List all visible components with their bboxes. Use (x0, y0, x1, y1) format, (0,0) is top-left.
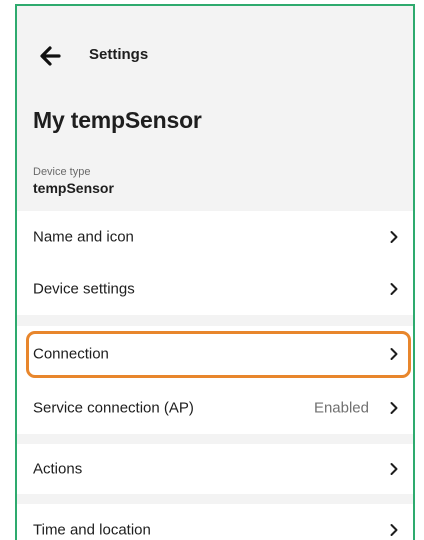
appbar-title: Settings (89, 46, 149, 63)
menu-item-name-and-icon[interactable]: Name and icon (17, 211, 413, 263)
settings-group-actions: Actions (17, 444, 413, 494)
menu-item-label: Name and icon (33, 228, 134, 246)
chevron-right-icon (387, 401, 401, 415)
chevron-right-icon (387, 523, 401, 537)
back-button[interactable] (37, 43, 63, 69)
menu-item-label: Connection (33, 345, 109, 363)
settings-group-time: Time and location (17, 504, 413, 540)
chevron-right-icon (387, 462, 401, 476)
app-screen: Settings My tempSensor Device type tempS… (15, 4, 415, 540)
device-type-value: tempSensor (33, 180, 114, 196)
device-type-label: Device type (33, 166, 91, 178)
menu-item-time-and-location[interactable]: Time and location (17, 504, 413, 540)
settings-group-connection: Connection Service connection (AP) Enabl… (17, 326, 413, 434)
menu-item-label: Time and location (33, 521, 151, 539)
menu-item-service-connection[interactable]: Service connection (AP) Enabled (17, 382, 413, 434)
service-connection-status: Enabled (313, 399, 369, 417)
menu-item-label: Device settings (33, 280, 135, 298)
app-bar: Settings (17, 6, 413, 96)
arrow-left-icon (40, 46, 61, 66)
page-title: My tempSensor (33, 107, 202, 133)
menu-item-device-settings[interactable]: Device settings (17, 263, 413, 315)
menu-item-label: Service connection (AP) (33, 399, 194, 417)
menu-item-label: Actions (33, 460, 83, 478)
chevron-right-icon (387, 230, 401, 244)
chevron-right-icon (387, 347, 401, 361)
menu-item-actions[interactable]: Actions (17, 444, 413, 494)
chevron-right-icon (387, 282, 401, 296)
menu-item-connection[interactable]: Connection (17, 328, 413, 380)
settings-group-primary: Name and icon Device settings (17, 211, 413, 315)
